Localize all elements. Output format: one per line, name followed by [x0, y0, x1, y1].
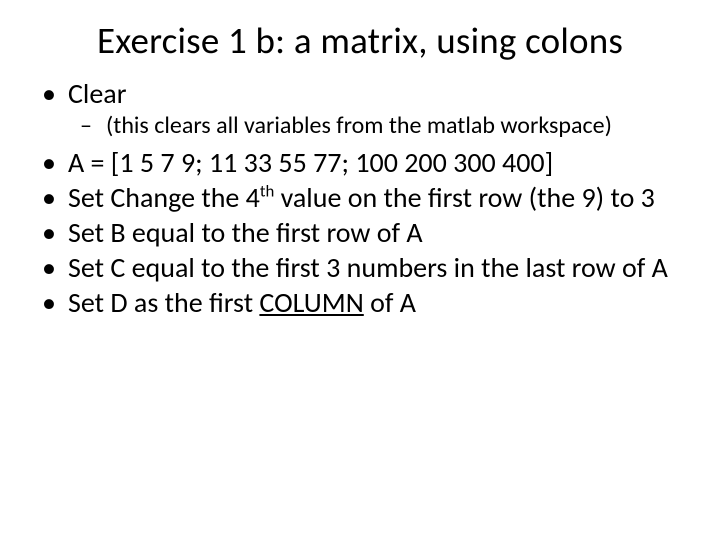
bullet-set-b: Set B equal to the first row of A [68, 216, 680, 249]
bullet-clear-text: Clear [68, 76, 126, 111]
underline-column: COLUMN [259, 285, 363, 320]
bullet-set-d-post: of A [364, 285, 416, 320]
sub-bullet-list: (this clears all variables from the matl… [68, 112, 680, 140]
bullet-set-d: Set D as the first COLUMN of A [68, 286, 680, 319]
bullet-set-d-pre: Set D as the first [68, 285, 259, 320]
slide-title: Exercise 1 b: a matrix, using colons [40, 18, 680, 63]
superscript-th: th [260, 180, 274, 201]
bullet-list: Clear (this clears all variables from th… [40, 77, 680, 319]
slide: Exercise 1 b: a matrix, using colons Cle… [0, 0, 720, 540]
bullet-change-pre: Set Change the 4 [68, 180, 260, 215]
bullet-clear: Clear (this clears all variables from th… [68, 77, 680, 140]
bullet-matrix-def: A = [1 5 7 9; 11 33 55 77; 100 200 300 4… [68, 146, 680, 179]
bullet-change-value: Set Change the 4th value on the first ro… [68, 181, 680, 214]
bullet-change-post: value on the first row (the 9) to 3 [274, 180, 655, 215]
sub-bullet-clear-desc: (this clears all variables from the matl… [106, 112, 680, 140]
bullet-set-c: Set C equal to the first 3 numbers in th… [68, 251, 680, 284]
